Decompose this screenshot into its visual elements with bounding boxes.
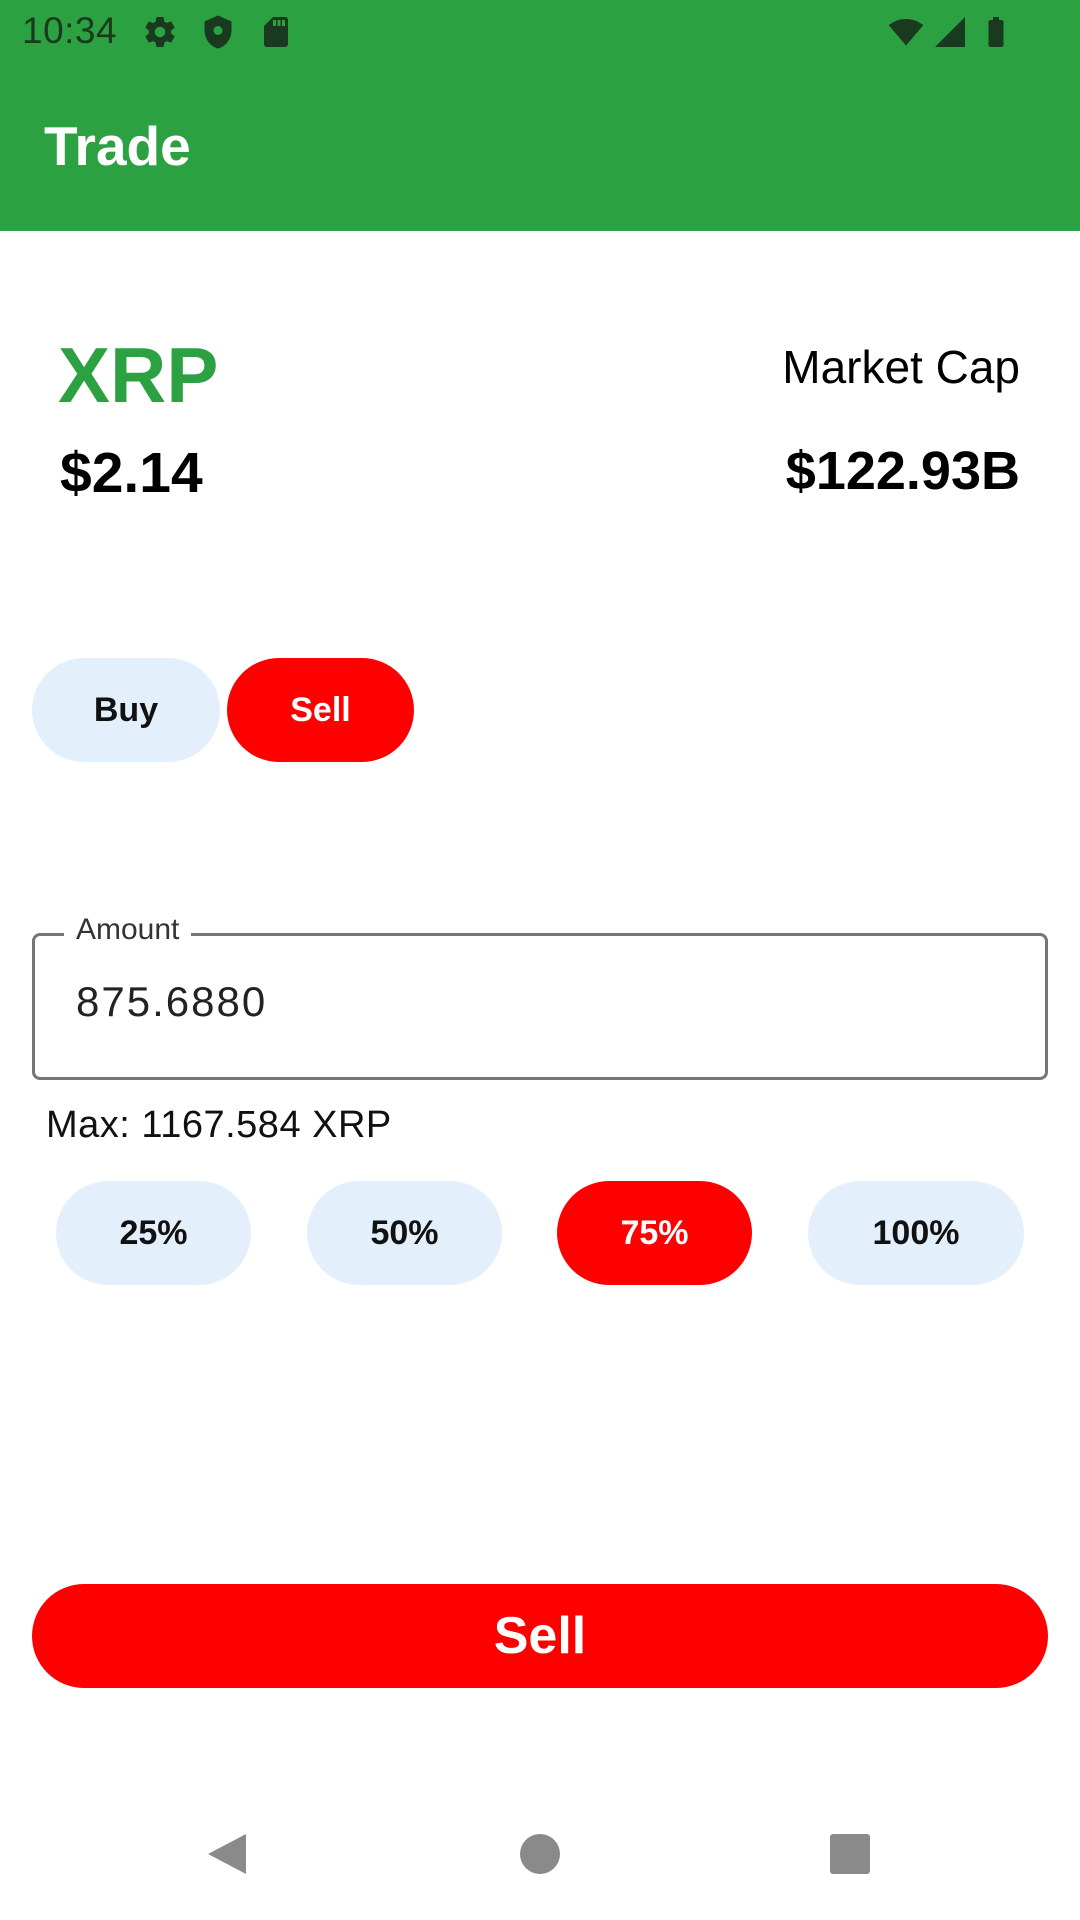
home-icon[interactable] (516, 1830, 564, 1878)
status-time: 10:34 (22, 10, 118, 51)
percent-100-button[interactable]: 100% (808, 1181, 1024, 1285)
gear-icon (145, 17, 175, 48)
signal-icon (935, 17, 965, 47)
sell-submit-button[interactable]: Sell (32, 1584, 1048, 1688)
coin-price: $2.14 (60, 441, 203, 505)
back-icon[interactable] (202, 1830, 250, 1878)
percent-25-button[interactable]: 25% (56, 1181, 251, 1285)
amount-input-value[interactable]: 875.6880 (76, 978, 267, 1026)
percent-75-button[interactable]: 75% (557, 1181, 752, 1285)
sell-toggle-button[interactable]: Sell (227, 658, 414, 762)
shield-icon (204, 15, 232, 49)
battery-icon (988, 17, 1004, 47)
max-amount-text: Max: 1167.584 XRP (46, 1104, 392, 1146)
status-bar: 10:34 (0, 0, 1080, 64)
sd-card-icon (264, 17, 288, 47)
market-cap-label: Market Cap (782, 341, 1020, 393)
coin-symbol: XRP (58, 331, 219, 419)
wifi-icon (888, 18, 924, 46)
buy-toggle-button[interactable]: Buy (32, 658, 220, 762)
page-title: Trade (44, 115, 191, 177)
recents-icon[interactable] (826, 1830, 874, 1878)
trade-screen: 10:34 Trade XRP $2.14 Market Cap $122.93… (0, 0, 1080, 1920)
amount-label: Amount (64, 913, 192, 947)
market-cap-value: $122.93B (785, 441, 1020, 501)
app-bar: Trade (0, 64, 1080, 231)
percent-50-button[interactable]: 50% (307, 1181, 502, 1285)
